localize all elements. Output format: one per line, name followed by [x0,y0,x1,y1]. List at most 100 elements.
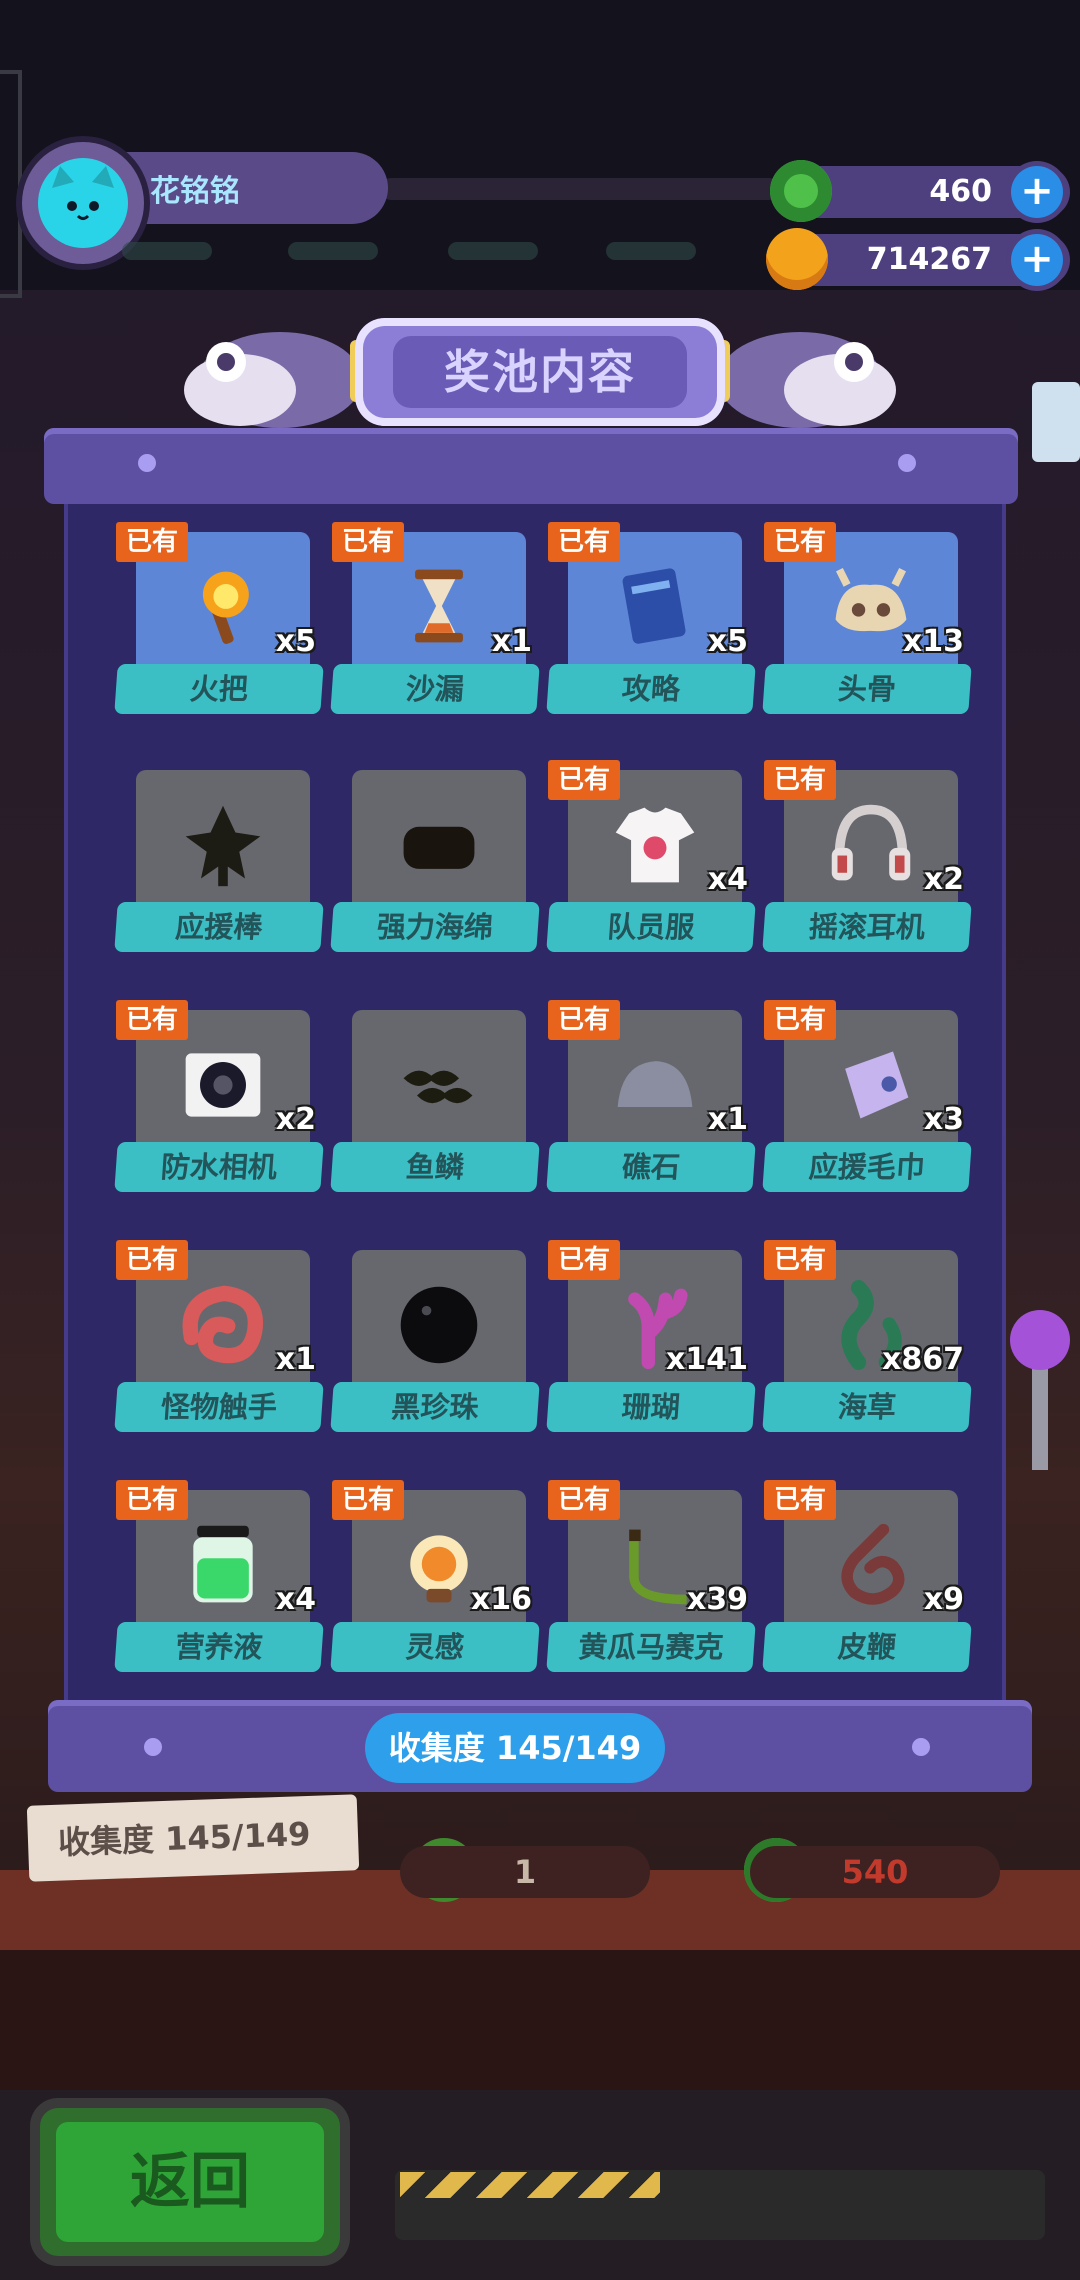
owned-badge: 已有 [332,1480,404,1520]
rock-icon [617,1061,693,1108]
rivet [144,1738,162,1756]
back-button-label: 返回 [56,2122,324,2242]
add-gems-button[interactable]: + [1011,166,1063,218]
reward-item-card[interactable]: x13 头骨 已有 [762,522,974,722]
dot-deco [122,242,212,260]
reward-item-card[interactable]: x2 摇滚耳机 已有 [762,760,974,960]
hazard-stripes [400,2172,660,2198]
item-quantity: x867 [882,1342,964,1377]
reward-item-card[interactable]: 黑珍珠 [330,1250,542,1440]
item-name: 队员服 [546,902,756,952]
item-quantity: x9 [923,1582,964,1617]
fish-right-icon [720,332,896,428]
gem-coin-icon [770,160,832,222]
item-name: 应援棒 [114,902,324,952]
torch-icon [202,571,249,644]
stat-right-pill: 540 [750,1846,1000,1898]
item-name: 灵感 [330,1622,540,1672]
item-quantity: x1 [275,1342,316,1377]
reward-item-card[interactable]: x2 防水相机 已有 [114,1000,326,1200]
reward-item-card[interactable]: x867 海草 已有 [762,1240,974,1440]
nutrient-jar-icon [193,1525,253,1603]
sponge-icon [403,826,475,869]
reward-grid[interactable]: x5 火把 已有 x1 沙漏 已有 x5 攻略 已有 x13 头骨 已有 应援棒 强力海绵 x4 队员服 已有 x… [64,504,1006,1700]
panel-title: 奖池内容 [393,336,687,408]
item-quantity: x2 [923,862,964,897]
owned-badge: 已有 [548,760,620,800]
item-name: 应援毛巾 [762,1142,972,1192]
item-name: 摇滚耳机 [762,902,972,952]
gold-coin-icon [766,228,828,290]
add-gold-button[interactable]: + [1011,234,1063,286]
item-name: 珊瑚 [546,1382,756,1432]
owned-badge: 已有 [764,1480,836,1520]
owned-badge: 已有 [764,522,836,562]
owned-badge: 已有 [548,1240,620,1280]
item-name: 黄瓜马赛克 [546,1622,756,1672]
item-name: 怪物触手 [114,1382,324,1432]
reward-item-card[interactable]: x5 攻略 已有 [546,522,758,722]
item-quantity: x141 [666,1342,748,1377]
owned-badge: 已有 [764,1240,836,1280]
owned-badge: 已有 [332,522,404,562]
item-name: 黑珍珠 [330,1382,540,1432]
item-quantity: x4 [275,1582,316,1617]
black-pearl-icon [400,1286,478,1364]
reward-item-card[interactable]: x39 黄瓜马赛克 已有 [546,1480,758,1680]
reward-item-card[interactable]: x16 灵感 已有 [330,1480,542,1680]
joystick-stick [1032,1360,1048,1470]
dot-deco [288,242,378,260]
reward-item-card[interactable]: x141 珊瑚 已有 [546,1240,758,1440]
item-quantity: x16 [470,1582,532,1617]
side-bracket [0,70,22,298]
reward-item-card[interactable]: x1 沙漏 已有 [330,522,542,722]
item-name: 强力海绵 [330,902,540,952]
reward-item-card[interactable]: x9 皮鞭 已有 [762,1480,974,1680]
collection-progress-badge: 收集度 145/149 [365,1713,665,1783]
item-name: 火把 [114,664,324,714]
reward-item-card[interactable]: 应援棒 [114,770,326,960]
panel-top-bar [44,428,1018,504]
top-divider [380,178,780,200]
back-button[interactable]: 返回 [40,2108,340,2256]
owned-badge: 已有 [116,1000,188,1040]
item-name: 沙漏 [330,664,540,714]
item-name: 鱼鳞 [330,1142,540,1192]
reward-item-card[interactable]: 鱼鳞 [330,1010,542,1200]
dot-deco [606,242,696,260]
reward-item-card[interactable]: x4 队员服 已有 [546,760,758,960]
clip-icon[interactable] [1032,382,1080,462]
joystick-icon[interactable] [1010,1310,1070,1370]
rivet [138,454,156,472]
item-name: 皮鞭 [762,1622,972,1672]
reward-item-card[interactable]: x5 火把 已有 [114,522,326,722]
item-quantity: x2 [275,1102,316,1137]
owned-badge: 已有 [548,522,620,562]
cat-avatar-icon [38,158,128,248]
item-quantity: x5 [707,624,748,659]
item-quantity: x4 [707,862,748,897]
reward-item-card[interactable]: x1 礁石 已有 [546,1000,758,1200]
tentacle-icon [182,1285,264,1364]
item-quantity: x1 [707,1102,748,1137]
item-name: 营养液 [114,1622,324,1672]
item-quantity: x39 [686,1582,748,1617]
item-quantity: x3 [923,1102,964,1137]
owned-badge: 已有 [116,1240,188,1280]
player-name: 花铭铭 [150,174,240,209]
owned-badge: 已有 [548,1480,620,1520]
reward-item-card[interactable]: 强力海绵 [330,770,542,960]
owned-badge: 已有 [116,1480,188,1520]
dot-deco [448,242,538,260]
reward-item-card[interactable]: x1 怪物触手 已有 [114,1240,326,1440]
camera-icon [185,1053,261,1117]
reward-item-card[interactable]: x3 应援毛巾 已有 [762,1000,974,1200]
cheer-stick-icon [185,805,261,887]
towel-icon [845,1051,909,1119]
reward-item-card[interactable]: x4 营养液 已有 [114,1480,326,1680]
owned-badge: 已有 [116,522,188,562]
whip-icon [841,1523,905,1605]
stat-left-pill: 1 [400,1846,650,1898]
owned-badge: 已有 [764,1000,836,1040]
item-name: 攻略 [546,664,756,714]
